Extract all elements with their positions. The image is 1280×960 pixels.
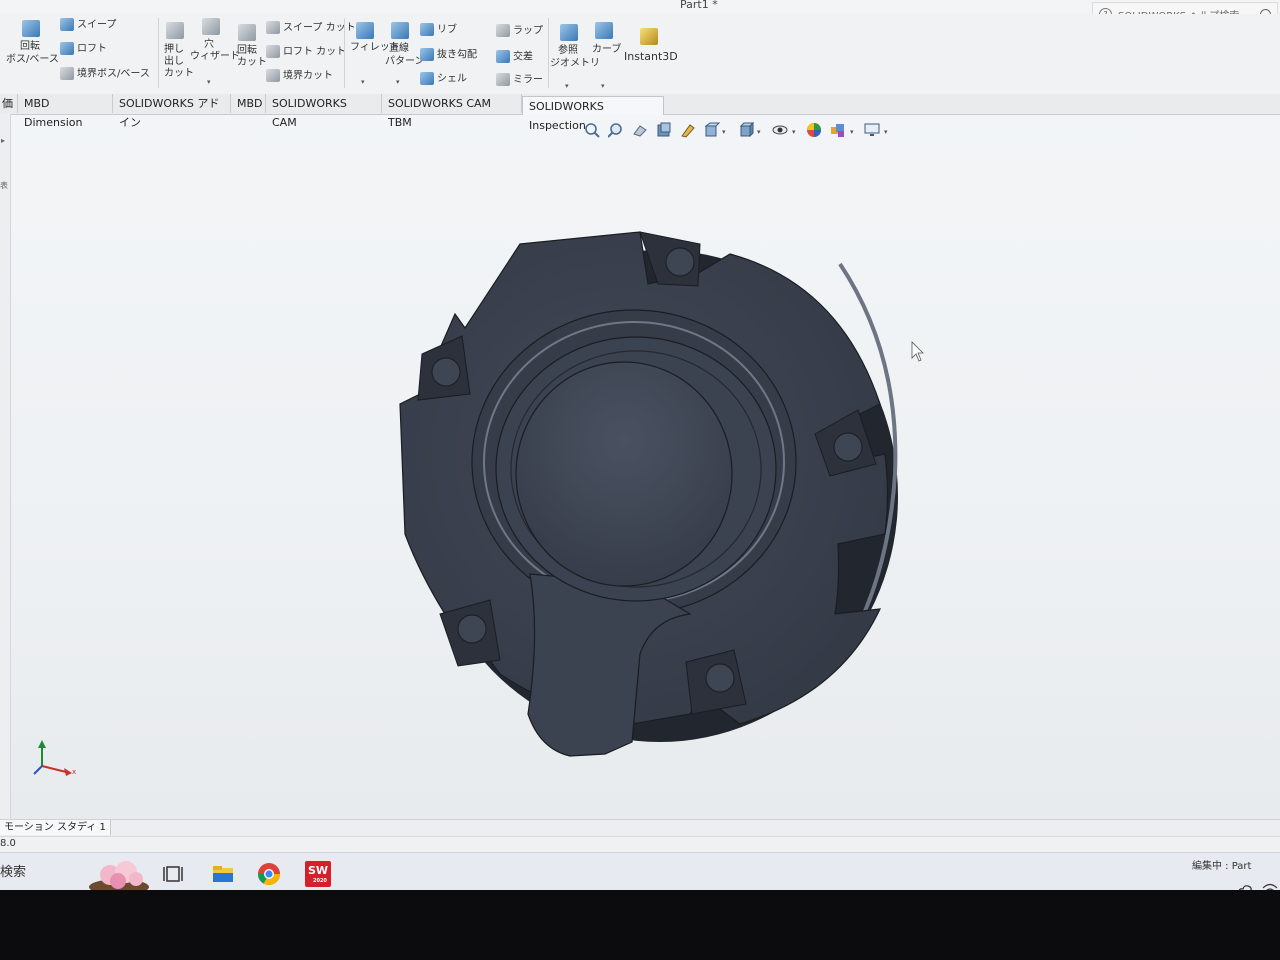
command-manager-tabs: 価 MBD Dimension SOLIDWORKS アドイン MBD SOLI…	[0, 94, 1280, 132]
task-view-icon[interactable]	[161, 861, 187, 887]
wrap-button[interactable]: ラップ	[496, 24, 543, 38]
hole-wizard-label-2[interactable]: ウィザード	[190, 51, 240, 63]
taskbar-search[interactable]: 検索	[0, 861, 26, 880]
extruded-cut-label-2[interactable]: 出し	[164, 56, 184, 68]
bottom-tabs: モーション スタディ 1	[0, 819, 1280, 836]
mirror-label: ミラー	[513, 74, 543, 86]
chrome-icon[interactable]	[256, 861, 282, 887]
wifi-icon[interactable]	[1262, 883, 1278, 890]
command-manager-ribbon: 回転 ボス/ベース スイープ ロフト 境界ボス/ベース 押し 出し カット 穴 …	[0, 14, 1280, 95]
extruded-cut-label-3[interactable]: カット	[164, 68, 194, 80]
shell-label: シェル	[437, 73, 467, 85]
curves-label[interactable]: カーブ	[592, 44, 621, 56]
reference-geometry-label-2[interactable]: ジオメトリ	[550, 58, 600, 70]
solidworks-badge-text: SW	[307, 864, 329, 877]
linear-pattern-icon[interactable]	[391, 22, 412, 39]
extruded-cut-icon[interactable]	[166, 22, 187, 39]
hole-wizard-dropdown[interactable]: ▾	[207, 76, 211, 88]
ribbon-separator	[344, 18, 345, 88]
linear-pattern-label-2[interactable]: パターン	[385, 56, 425, 68]
tab-evaluate[interactable]: 価	[0, 94, 18, 113]
revolved-cut-icon[interactable]	[238, 24, 259, 41]
graphics-viewport[interactable]	[0, 114, 1280, 819]
draft-button[interactable]: 抜き勾配	[420, 48, 477, 62]
boundary-cut-button[interactable]: 境界カット	[266, 69, 333, 83]
instant3d-label[interactable]: Instant3D	[624, 51, 678, 63]
tab-solidworks-inspection[interactable]: SOLIDWORKS Inspection	[522, 96, 664, 132]
solidworks-year-text: 2020	[313, 878, 327, 884]
mouse-cursor-icon	[911, 341, 924, 362]
wrap-label: ラップ	[513, 25, 543, 37]
intersect-label: 交差	[513, 51, 533, 63]
tab-motion-study[interactable]: モーション スタディ 1	[0, 820, 111, 835]
instant3d-icon[interactable]	[640, 28, 661, 45]
fillet-dropdown[interactable]: ▾	[361, 76, 365, 88]
windows-taskbar: 検索 SW 2020 編集中 : Part ︿	[0, 852, 1280, 890]
linear-pattern-dropdown[interactable]: ▾	[396, 76, 400, 88]
document-title: Part1 *	[680, 0, 718, 11]
sweep-label: スイープ	[77, 19, 117, 31]
lofted-cut-button[interactable]: ロフト カット	[266, 45, 346, 59]
axis-triad	[33, 740, 72, 776]
hole-wizard-label-1[interactable]: 穴	[204, 39, 214, 51]
rib-label: リブ	[437, 24, 457, 36]
boundary-cut-label: 境界カット	[283, 70, 333, 82]
reference-geometry-icon[interactable]	[560, 24, 581, 41]
draft-label: 抜き勾配	[437, 49, 477, 61]
revolve-boss-label-2[interactable]: ボス/ベース	[6, 54, 59, 66]
mirror-button[interactable]: ミラー	[496, 73, 543, 87]
central-dome	[515, 361, 733, 587]
revolve-boss-icon[interactable]	[22, 20, 43, 37]
tab-mbd[interactable]: MBD	[231, 94, 266, 113]
extruded-cut-label-1[interactable]: 押し	[164, 44, 184, 56]
ribbon-separator	[158, 18, 159, 88]
linear-pattern-label-1[interactable]: 直線	[389, 43, 409, 55]
reference-geometry-label-1[interactable]: 参照	[558, 45, 578, 57]
ribbon-separator	[548, 18, 549, 88]
version-text: 8.0	[0, 838, 16, 849]
tab-mbd-dimension[interactable]: MBD Dimension	[18, 94, 113, 129]
revolved-cut-label-1[interactable]: 回転	[237, 45, 257, 57]
sweep-button[interactable]: スイープ	[60, 18, 116, 32]
part-model[interactable]	[399, 231, 898, 757]
tab-solidworks-cam[interactable]: SOLIDWORKS CAM	[266, 94, 382, 129]
title-bar: Part1 * ? SOLIDWORKS ヘルプ検索	[0, 0, 1280, 26]
onedrive-cloud-icon[interactable]	[1238, 883, 1254, 890]
curves-icon[interactable]	[595, 22, 616, 39]
hole-wizard-icon[interactable]	[202, 18, 223, 35]
bolt-pocket	[417, 335, 471, 401]
boundary-boss-label: 境界ボス/ベース	[77, 68, 150, 80]
rib-button[interactable]: リブ	[420, 23, 457, 37]
triad-x-label: x	[72, 768, 77, 776]
loft-label: ロフト	[77, 43, 107, 55]
revolve-boss-label-1[interactable]: 回転	[20, 41, 40, 53]
solidworks-window: Part1 * ? SOLIDWORKS ヘルプ検索 回転 ボス/ベース スイー…	[0, 0, 1280, 890]
chevron-up-icon[interactable]: ︿	[1218, 881, 1229, 890]
lofted-cut-label: ロフト カット	[283, 46, 347, 58]
loft-button[interactable]: ロフト	[60, 42, 107, 56]
curves-dropdown[interactable]: ▾	[601, 80, 605, 92]
tab-solidworks-addins[interactable]: SOLIDWORKS アドイン	[113, 94, 231, 129]
swept-cut-button[interactable]: スイープ カット	[266, 21, 356, 35]
sakura-search-highlight-icon[interactable]	[88, 859, 150, 890]
editing-status: 編集中 : Part	[1192, 861, 1252, 872]
intersect-button[interactable]: 交差	[496, 50, 533, 64]
fillet-icon[interactable]	[356, 22, 377, 39]
boundary-boss-button[interactable]: 境界ボス/ベース	[60, 67, 150, 81]
solidworks-taskbar-icon[interactable]: SW 2020	[305, 861, 331, 887]
monitor-bezel	[0, 890, 1280, 960]
tab-solidworks-cam-tbm[interactable]: SOLIDWORKS CAM TBM	[382, 94, 522, 129]
shell-button[interactable]: シェル	[420, 72, 467, 86]
file-explorer-icon[interactable]	[210, 861, 236, 887]
status-bar: 8.0	[0, 836, 1280, 853]
revolved-cut-label-2[interactable]: カット	[237, 57, 267, 69]
reference-geometry-dropdown[interactable]: ▾	[565, 80, 569, 92]
